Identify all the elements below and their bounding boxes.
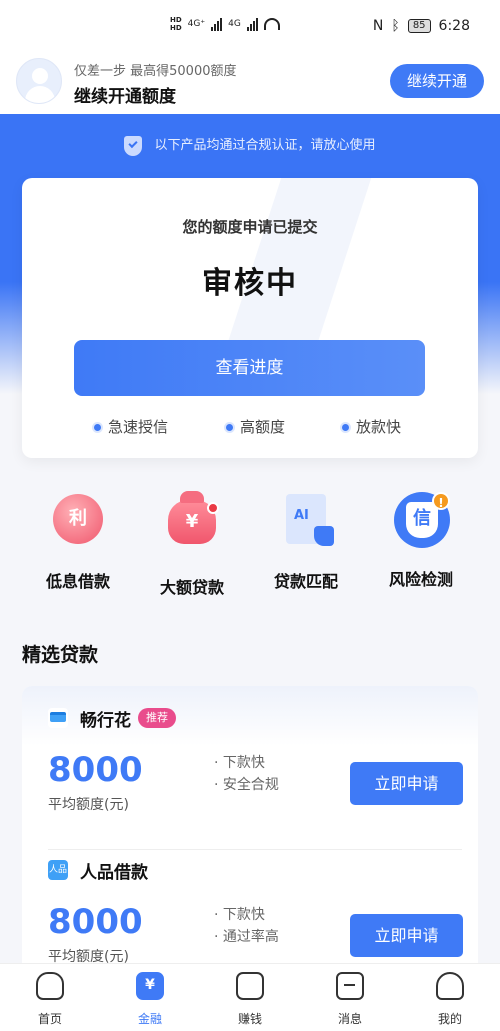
apply-now-button[interactable]: 立即申请 xyxy=(350,762,463,805)
hd-indicator: HD HD xyxy=(170,16,182,32)
battery-icon: 85 xyxy=(407,19,431,33)
application-status-card: 您的额度申请已提交 审核中 查看进度 急速授信 高额度 放款快 xyxy=(22,178,478,458)
warning-icon: ! xyxy=(432,492,450,510)
system-status: Ν ᛒ 85 6:28 xyxy=(373,18,470,34)
status-bar: HD HD 4G⁺ 4G Ν ᛒ 85 6:28 xyxy=(0,0,500,56)
signal-icon xyxy=(211,17,223,31)
quota-hint: 仅差一步 最高得50000额度 xyxy=(74,64,237,79)
card-logo-icon xyxy=(48,708,68,728)
loan-amount: 8000 xyxy=(48,902,143,942)
header: 仅差一步 最高得50000额度 继续开通额度 继续开通 xyxy=(0,56,500,114)
tab-finance[interactable]: ¥ 金融 xyxy=(115,972,185,1027)
thumbs-up-icon xyxy=(314,526,334,546)
compliance-notice: 以下产品均通过合规认证，请放心使用 xyxy=(0,134,500,156)
tab-me[interactable]: 我的 xyxy=(415,972,485,1027)
bullet-dot-icon xyxy=(94,424,101,431)
loan-item[interactable]: 畅行花 推荐 8000 平均额度(元) · 下款快 · 安全合规 立即申请 xyxy=(22,686,478,846)
avatar[interactable] xyxy=(16,58,62,104)
loan-features: · 下款快 · 通过率高 xyxy=(214,907,279,945)
header-title: 继续开通额度 xyxy=(74,87,176,107)
bullet-dot-icon xyxy=(342,424,349,431)
recommend-badge: 推荐 xyxy=(138,708,176,728)
tab-home[interactable]: 首页 xyxy=(15,972,85,1027)
bluetooth-icon: ᛒ xyxy=(391,18,400,34)
yuan-icon: ¥ xyxy=(136,972,164,1000)
loan-features: · 下款快 · 安全合规 xyxy=(214,755,279,793)
loan-name: 畅行花 xyxy=(80,711,131,731)
signal-icon-2 xyxy=(246,17,258,31)
quick-entries: 利 低息借款 ¥ 大额贷款 AI 贷款匹配 信 ! 风险检测 xyxy=(0,491,500,602)
loan-amount: 8000 xyxy=(48,750,143,790)
bullet-dot-icon xyxy=(226,424,233,431)
loan-name: 人品借款 xyxy=(80,863,148,883)
apply-now-button[interactable]: 立即申请 xyxy=(350,914,463,957)
avatar-head-shape xyxy=(32,68,48,84)
application-subtitle: 您的额度申请已提交 xyxy=(182,218,318,236)
loan-list: 畅行花 推荐 8000 平均额度(元) · 下款快 · 安全合规 立即申请 人品… xyxy=(22,686,478,986)
quick-entry-large-loan[interactable]: ¥ 大额贷款 xyxy=(137,491,247,598)
coin-li-icon: 利 xyxy=(51,494,105,548)
clock: 6:28 xyxy=(438,18,470,34)
avatar-body-shape xyxy=(25,86,55,103)
nfc-icon: Ν xyxy=(372,18,384,34)
section-title: 精选贷款 xyxy=(22,644,99,666)
shield-check-icon xyxy=(124,135,143,156)
feature-item: 放款快 xyxy=(342,416,401,437)
ai-match-icon: AI xyxy=(279,494,334,548)
network-label-2: 4G xyxy=(228,19,241,29)
bottom-tab-bar: 首页 ¥ 金融 赚钱 消息 我的 xyxy=(0,963,500,1031)
application-status: 审核中 xyxy=(202,266,298,301)
feature-item: 急速授信 xyxy=(94,416,168,437)
credit-shield-icon: 信 ! xyxy=(394,492,450,548)
tab-earn[interactable]: 赚钱 xyxy=(215,972,285,1027)
view-progress-button[interactable]: 查看进度 xyxy=(74,340,425,396)
home-icon xyxy=(36,972,64,1000)
network-label-1: 4G⁺ xyxy=(187,19,206,29)
renpin-logo-icon: 人品 xyxy=(48,860,68,880)
tab-messages[interactable]: 消息 xyxy=(315,972,385,1027)
notification-dot xyxy=(207,502,219,514)
network-status: HD HD 4G⁺ 4G xyxy=(170,16,280,32)
message-icon xyxy=(336,972,364,1000)
wallet-icon xyxy=(236,972,264,1000)
quick-entry-loan-match[interactable]: AI 贷款匹配 xyxy=(251,492,361,592)
continue-open-button[interactable]: 继续开通 xyxy=(390,64,484,98)
user-icon xyxy=(436,972,464,1000)
wifi-icon xyxy=(263,18,280,30)
quick-entry-low-interest[interactable]: 利 低息借款 xyxy=(23,492,133,592)
feature-item: 高额度 xyxy=(226,416,285,437)
money-bag-icon: ¥ xyxy=(165,491,219,554)
quick-entry-risk-check[interactable]: 信 ! 风险检测 xyxy=(366,492,476,590)
loan-amount-label: 平均额度(元) xyxy=(48,797,129,813)
